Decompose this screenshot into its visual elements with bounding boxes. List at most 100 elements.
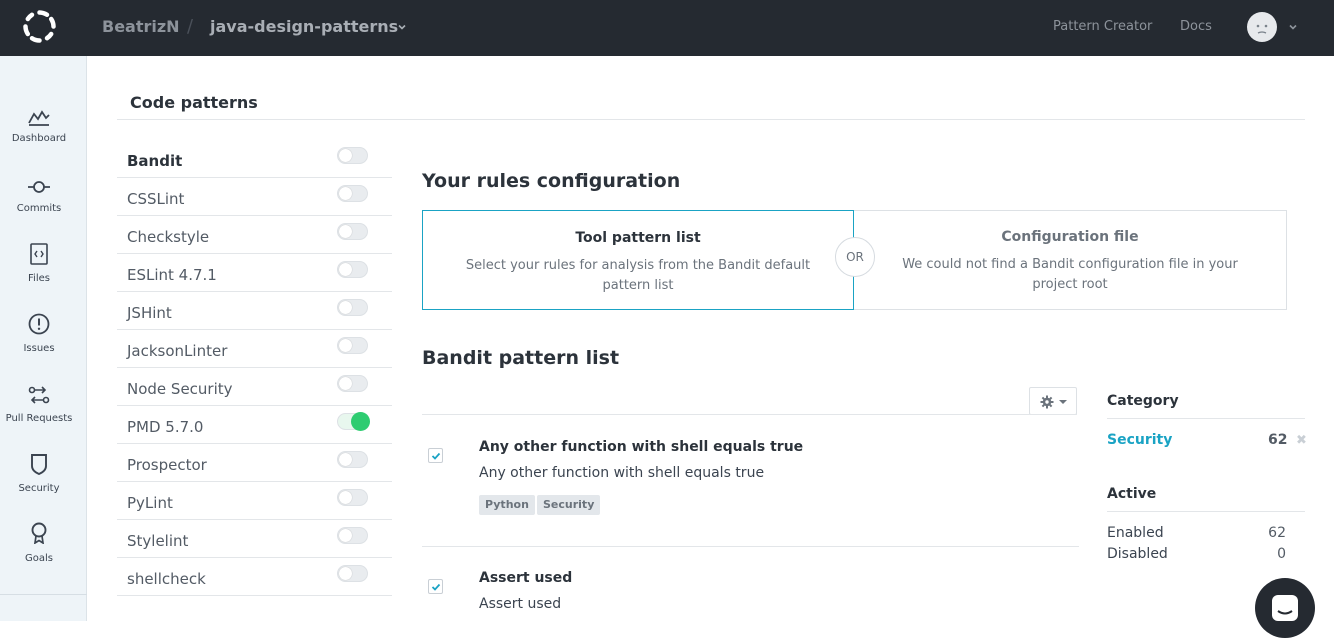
pattern-title[interactable]: Assert used [479,570,572,586]
issues-icon [28,313,50,335]
tool-name: PyLint [127,494,173,512]
tool-toggle[interactable] [337,451,368,468]
tool-row[interactable]: Prospector [117,444,392,482]
codacy-logo-icon[interactable] [21,8,58,45]
pattern-checkbox[interactable] [428,448,443,463]
pattern-divider [422,546,1079,547]
gear-icon [1040,395,1054,409]
tool-row[interactable]: PyLint [117,482,392,520]
sidebar-item-dashboard[interactable]: Dashboard [0,106,87,166]
tool-name: Bandit [127,152,183,170]
filter-disabled[interactable]: Disabled [1107,546,1168,562]
file-icon [30,243,48,265]
sidebar-item-files[interactable]: Files [0,243,87,303]
tool-name: PMD 5.7.0 [127,418,204,436]
tag-python[interactable]: Python [479,495,535,515]
rules-config-title: Your rules configuration [422,170,681,192]
close-icon[interactable]: ✖ [1296,433,1307,448]
title-divider [117,119,1305,120]
tool-name: Stylelint [127,532,189,550]
or-divider: OR [835,237,875,277]
tool-toggle[interactable] [337,489,368,506]
pattern-title[interactable]: Any other function with shell equals tru… [479,439,803,455]
tool-toggle[interactable] [337,337,368,354]
tool-name: Checkstyle [127,228,210,246]
tool-row[interactable]: Bandit [117,140,392,178]
tool-row[interactable]: Node Security [117,368,392,406]
sidebar-item-label: Goals [25,553,53,564]
breadcrumb-repo[interactable]: java-design-patterns [210,17,398,36]
configuration-file-option[interactable]: Configuration file We could not find a B… [854,211,1286,309]
tool-row[interactable]: PMD 5.7.0 [117,406,392,444]
sidebar-item-label: Dashboard [11,133,67,144]
user-face-icon [1256,24,1268,34]
tool-toggle[interactable] [337,147,368,164]
option-description: We could not find a Bandit configuration… [902,257,1238,292]
tool-toggle[interactable] [337,223,368,240]
tool-toggle[interactable] [337,412,370,431]
tool-toggle[interactable] [337,299,368,316]
tool-pattern-list-option[interactable]: Tool pattern list Select your rules for … [422,210,854,310]
tool-name: JacksonLinter [127,342,228,360]
check-icon [431,583,441,591]
pattern-description: Assert used [479,596,562,612]
active-heading: Active [1107,486,1157,502]
sidebar-item-commits[interactable]: Commits [0,176,87,236]
sidebar-item-label: Issues [23,343,55,354]
pattern-list-title: Bandit pattern list [422,347,620,369]
tool-name: Prospector [127,456,207,474]
breadcrumb-org[interactable]: BeatrizN [102,17,180,36]
option-title: Configuration file [1001,229,1139,245]
pull-request-icon [28,386,50,404]
pattern-checkbox[interactable] [428,579,443,594]
tool-toggle[interactable] [337,527,368,544]
sidebar-item-issues[interactable]: Issues [0,313,87,373]
pattern-list-divider [422,414,1077,415]
disabled-count: 0 [1277,546,1286,562]
tool-row[interactable]: JSHint [117,292,392,330]
tool-toggle[interactable] [337,261,368,278]
filter-enabled[interactable]: Enabled [1107,525,1164,541]
tool-row[interactable]: Stylelint [117,520,392,558]
dashboard-icon [28,110,50,126]
chat-launcher-button[interactable] [1255,578,1315,638]
tool-row[interactable]: shellcheck [117,558,392,596]
chat-icon [1272,595,1298,621]
breadcrumb-separator: / [187,16,194,37]
tool-row[interactable]: CSSLint [117,178,392,216]
tool-name: shellcheck [127,570,206,588]
sidebar-item-pull-requests[interactable]: Pull Requests [0,384,87,444]
sidebar-item-security[interactable]: Security [0,453,87,513]
tool-toggle[interactable] [337,375,368,392]
tool-toggle[interactable] [337,565,368,582]
tool-row[interactable]: Checkstyle [117,216,392,254]
docs-link[interactable]: Docs [1180,19,1212,34]
avatar[interactable] [1247,12,1277,42]
category-filter-security[interactable]: Security [1107,432,1172,448]
tool-row[interactable]: ESLint 4.7.1 [117,254,392,292]
pattern-item: Assert used Assert used [422,568,1079,621]
goal-icon [31,522,47,544]
tool-toggle[interactable] [337,185,368,202]
sidebar-item-goals[interactable]: Goals [0,522,87,582]
page-title: Code patterns [130,93,258,112]
option-title: Tool pattern list [575,230,701,246]
tag-security[interactable]: Security [537,495,601,515]
enabled-count: 62 [1268,525,1286,541]
category-count: 62 [1268,432,1288,448]
option-description: Select your rules for analysis from the … [465,258,811,293]
chevron-down-icon[interactable] [1287,21,1299,33]
sidebar-divider [0,594,87,595]
sidebar: Dashboard Commits Files Issues Pull Requ… [0,56,87,621]
tool-name: CSSLint [127,190,185,208]
settings-dropdown-button[interactable] [1029,387,1077,415]
pattern-creator-link[interactable]: Pattern Creator [1053,19,1152,34]
category-heading: Category [1107,393,1179,409]
top-bar: BeatrizN / java-design-patterns Pattern … [0,0,1334,56]
tool-row[interactable]: JacksonLinter [117,330,392,368]
shield-icon [31,454,47,475]
tool-name: Node Security [127,380,233,398]
chevron-down-icon[interactable] [396,21,408,33]
pattern-item: Any other function with shell equals tru… [422,437,1079,537]
sidebar-item-label: Security [18,483,60,494]
